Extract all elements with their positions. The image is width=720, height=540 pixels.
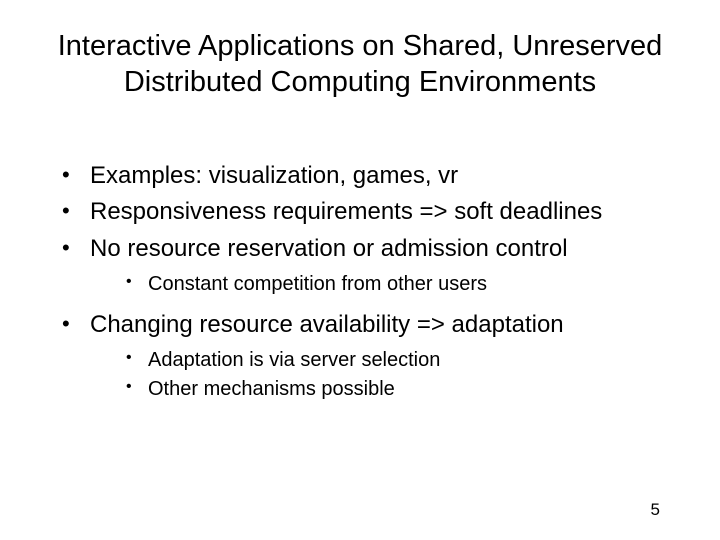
bullet-text: Responsiveness requirements => soft dead… <box>90 198 602 225</box>
bullet-text: No resource reservation or admission con… <box>90 235 568 262</box>
bullet-item: No resource reservation or admission con… <box>58 232 700 298</box>
sub-bullet-text: Constant competition from other users <box>148 273 487 295</box>
bullet-text: Changing resource availability => adapta… <box>90 311 564 338</box>
bullet-text: Examples: visualization, games, vr <box>90 162 458 189</box>
bullet-item: Responsiveness requirements => soft dead… <box>58 195 700 230</box>
sub-bullet-item: Other mechanisms possible <box>90 376 700 403</box>
sub-bullet-item: Constant competition from other users <box>90 271 700 298</box>
sub-bullet-item: Adaptation is via server selection <box>90 347 700 374</box>
sub-bullet-text: Other mechanisms possible <box>148 378 395 400</box>
bullet-item: Changing resource availability => adapta… <box>58 308 700 403</box>
slide-body: Examples: visualization, games, vr Respo… <box>20 159 700 403</box>
bullet-item: Examples: visualization, games, vr <box>58 159 700 194</box>
sub-bullet-text: Adaptation is via server selection <box>148 349 440 371</box>
slide-title: Interactive Applications on Shared, Unre… <box>20 28 700 101</box>
page-number: 5 <box>651 500 660 520</box>
